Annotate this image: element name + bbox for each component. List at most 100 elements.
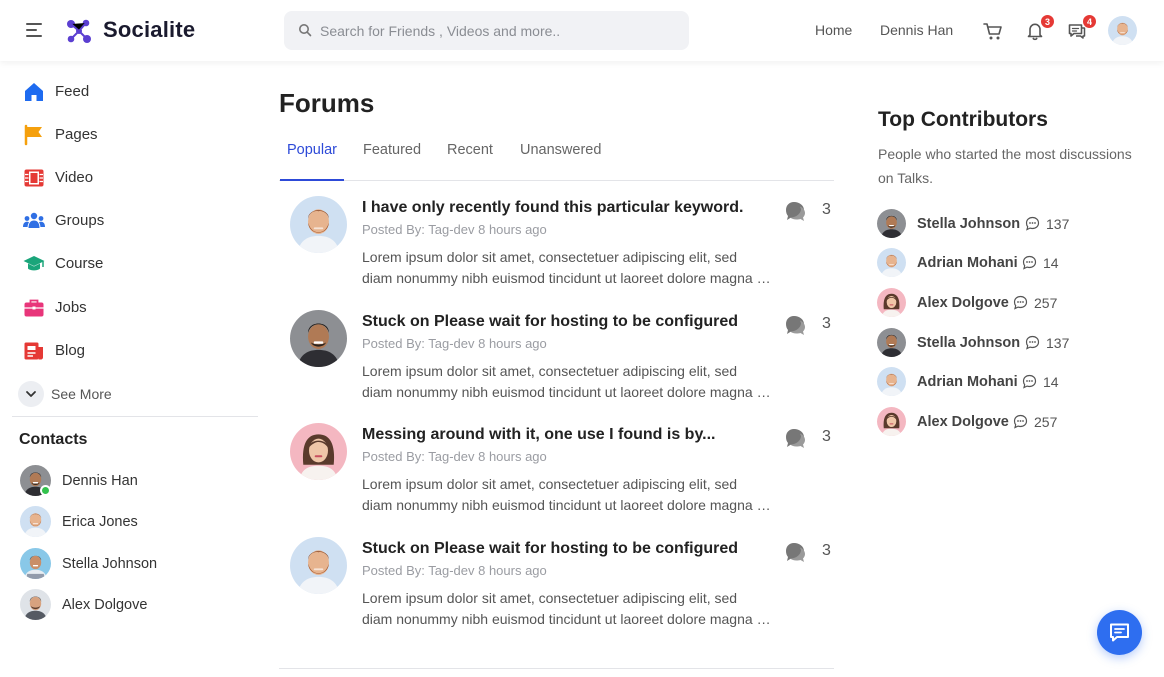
notifications-badge: 3 (1040, 14, 1055, 29)
contact-name: Alex Dolgove (62, 597, 148, 613)
post-excerpt-line: Lorem ipsum dolor sit amet, consectetuer… (362, 476, 738, 492)
avatar[interactable] (290, 537, 347, 594)
comment-icon[interactable] (782, 198, 808, 224)
sidebar-item-jobs[interactable]: Jobs (22, 295, 252, 321)
cart-icon[interactable] (982, 20, 1004, 42)
post-meta: Posted By: Tag-dev 8 hours ago (362, 563, 547, 578)
comment-icon[interactable] (782, 312, 808, 338)
see-more-circle (18, 381, 44, 407)
comment-icon (1013, 414, 1028, 429)
notifications-button[interactable]: 3 (1025, 14, 1055, 42)
discussion-count: 137 (1046, 216, 1070, 232)
forum-post: Stuck on Please wait for hosting to be c… (279, 310, 839, 416)
briefcase-icon (24, 299, 44, 317)
comment-icon[interactable] (782, 539, 808, 565)
user-avatar-image (1108, 16, 1137, 45)
contributor-item[interactable]: Adrian Mohani 14 (877, 367, 1147, 397)
flag-icon (24, 124, 42, 146)
contributor-name: Stella Johnson (917, 216, 1021, 232)
contact-name: Stella Johnson (62, 556, 158, 572)
chat-fab-button[interactable] (1097, 610, 1142, 655)
contributor-name: Adrian Mohani (917, 374, 1018, 390)
contact-item[interactable]: Alex Dolgove (20, 589, 240, 621)
post-excerpt-line: Lorem ipsum dolor sit amet, consectetuer… (362, 249, 738, 265)
see-more-button[interactable]: See More (18, 381, 218, 407)
socialite-logo-icon[interactable] (63, 15, 95, 47)
avatar (20, 548, 51, 579)
contributor-item[interactable]: Adrian Mohani 14 (877, 248, 1147, 278)
brand-name[interactable]: Socialite (103, 17, 195, 43)
messages-button[interactable]: 4 (1067, 14, 1097, 42)
comment-icon (1022, 374, 1037, 389)
comment-count: 3 (822, 428, 831, 445)
sidebar-item-groups[interactable]: Groups (22, 208, 252, 234)
tab-unanswered[interactable]: Unanswered (520, 142, 601, 180)
search-bar[interactable] (284, 11, 689, 50)
avatar (20, 589, 51, 620)
discussion-count: 14 (1043, 374, 1059, 390)
contributor-item[interactable]: Alex Dolgove 257 (877, 407, 1147, 437)
contributor-item[interactable]: Stella Johnson 137 (877, 328, 1147, 358)
avatar[interactable] (290, 423, 347, 480)
search-input[interactable] (320, 11, 680, 50)
tab-recent[interactable]: Recent (447, 142, 493, 180)
online-status-dot (40, 485, 51, 496)
contacts-heading: Contacts (19, 431, 88, 448)
avatar[interactable] (290, 310, 347, 367)
contributor-name: Adrian Mohani (917, 255, 1018, 271)
search-icon (299, 24, 312, 37)
avatar (877, 407, 906, 436)
contributor-name: Alex Dolgove (917, 414, 1009, 430)
comment-icon (1022, 255, 1037, 270)
contributor-item[interactable]: Stella Johnson 137 (877, 209, 1147, 239)
contact-name: Erica Jones (62, 514, 138, 530)
sidebar-item-feed[interactable]: Feed (22, 79, 252, 105)
sidebar-item-blog[interactable]: Blog (22, 338, 252, 364)
post-title[interactable]: Messing around with it, one use I found … (362, 426, 762, 444)
left-sidebar: Feed Pages Video Groups Course Jobs Blog… (0, 61, 270, 677)
nav-profile-link[interactable]: Dennis Han (880, 22, 953, 38)
hamburger-menu-icon[interactable] (26, 22, 44, 38)
page-title: Forums (279, 88, 375, 118)
groups-icon (23, 212, 45, 228)
comment-count: 3 (822, 542, 831, 559)
contributor-name: Alex Dolgove (917, 295, 1009, 311)
post-excerpt: Lorem ipsum dolor sit amet, consectetuer… (362, 474, 772, 516)
contact-name: Dennis Han (62, 473, 138, 489)
avatar (877, 288, 906, 317)
nav-home-link[interactable]: Home (815, 22, 852, 38)
tab-featured[interactable]: Featured (363, 142, 421, 180)
post-title[interactable]: Stuck on Please wait for hosting to be c… (362, 313, 762, 331)
profile-avatar[interactable] (1108, 16, 1137, 45)
tab-popular[interactable]: Popular (280, 142, 344, 181)
forum-post: Stuck on Please wait for hosting to be c… (279, 537, 839, 643)
discussion-count: 257 (1034, 414, 1058, 430)
contact-item[interactable]: Erica Jones (20, 506, 240, 538)
post-excerpt-line: Lorem ipsum dolor sit amet, consectetuer… (362, 363, 738, 379)
post-excerpt: Lorem ipsum dolor sit amet, consectetuer… (362, 247, 772, 289)
sidebar-item-label: Groups (55, 212, 105, 229)
see-more-label: See More (51, 386, 112, 402)
sidebar-item-label: Pages (55, 126, 98, 143)
sidebar-item-label: Jobs (55, 299, 87, 316)
post-title[interactable]: Stuck on Please wait for hosting to be c… (362, 540, 762, 558)
avatar (877, 248, 906, 277)
sidebar-item-course[interactable]: Course (22, 251, 252, 277)
contact-item[interactable]: Stella Johnson (20, 548, 240, 580)
post-excerpt: Lorem ipsum dolor sit amet, consectetuer… (362, 361, 772, 403)
avatar[interactable] (290, 196, 347, 253)
sidebar-item-video[interactable]: Video (22, 165, 252, 191)
comment-icon[interactable] (782, 425, 808, 451)
post-meta: Posted By: Tag-dev 8 hours ago (362, 449, 547, 464)
comment-icon (1025, 335, 1040, 350)
avatar (877, 367, 906, 396)
post-excerpt-line: diam nonummy nibh euismod tincidunt ut l… (362, 497, 772, 513)
post-excerpt-line: diam nonummy nibh euismod tincidunt ut l… (362, 384, 772, 400)
blog-icon (24, 342, 43, 360)
sidebar-item-pages[interactable]: Pages (22, 122, 252, 148)
contact-item[interactable]: Dennis Han (20, 465, 240, 497)
contributor-item[interactable]: Alex Dolgove 257 (877, 288, 1147, 318)
post-title[interactable]: I have only recently found this particul… (362, 199, 762, 217)
discussion-count: 257 (1034, 295, 1058, 311)
sidebar-item-label: Feed (55, 83, 90, 100)
